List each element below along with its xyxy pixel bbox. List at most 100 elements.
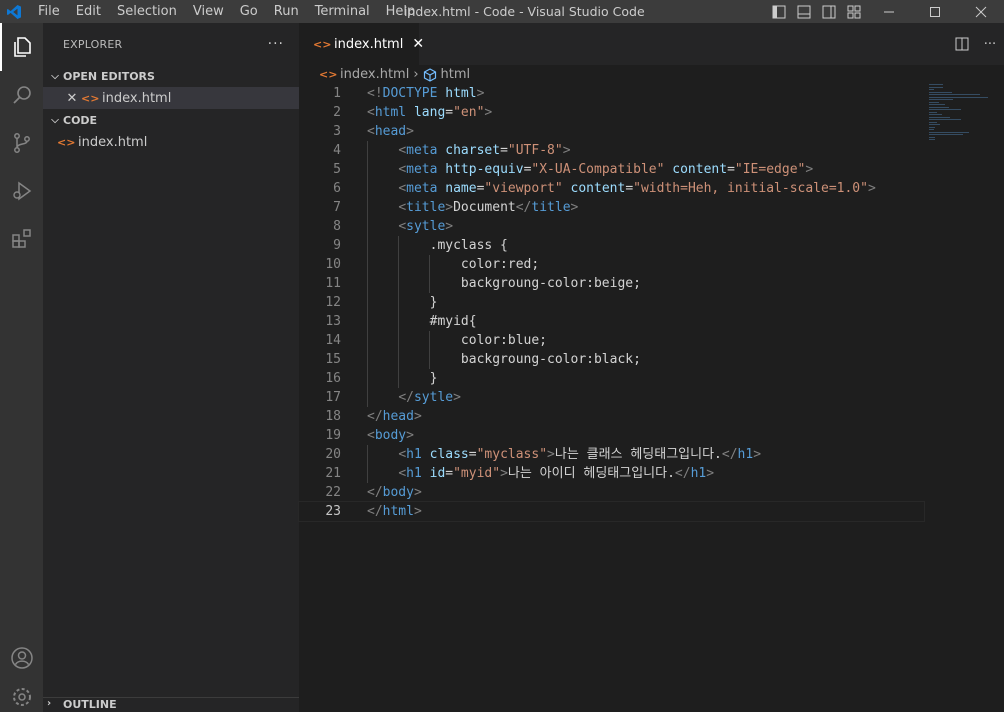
menu-selection[interactable]: Selection — [109, 0, 185, 23]
toggle-primary-sidebar-icon[interactable] — [766, 0, 791, 23]
code-line[interactable]: 11 backgroung-color:beige; — [299, 274, 924, 293]
line-number: 8 — [333, 219, 341, 234]
menu-bar: File Edit Selection View Go Run Terminal… — [28, 0, 423, 23]
code-text: #myid{ — [367, 312, 477, 331]
code-line[interactable]: 19 <body> — [299, 426, 924, 445]
code-line[interactable]: 15 backgroung-color:black; — [299, 350, 924, 369]
more-actions-icon[interactable]: ··· — [976, 23, 1004, 65]
code-text: <meta charset="UTF-8"> — [341, 141, 571, 160]
chevron-down-icon: ⌵ — [51, 70, 59, 82]
code-line[interactable]: 17 </sytle> — [299, 388, 924, 407]
indent-guide — [367, 312, 368, 331]
maximize-icon[interactable] — [912, 0, 958, 23]
breadcrumb-file[interactable]: index.html — [340, 67, 409, 82]
line-number: 15 — [325, 352, 341, 367]
code-text: .myclass { — [367, 236, 508, 255]
code-text: <meta http-equiv="X-UA-Compatible" conte… — [341, 160, 813, 179]
code-line[interactable]: 14 color:blue; — [299, 331, 924, 350]
files-icon[interactable] — [0, 23, 43, 71]
explorer-title: EXPLORER — [63, 37, 123, 51]
indent-guide — [367, 198, 368, 217]
activity-bar — [0, 23, 43, 712]
toggle-panel-icon[interactable] — [791, 0, 816, 23]
tab-index-html[interactable]: <> index.html ✕ — [299, 23, 424, 65]
open-editors-section[interactable]: ⌵ OPEN EDITORS — [43, 65, 299, 87]
activity-bar-bottom — [0, 634, 43, 712]
code-line[interactable]: 16 } — [299, 369, 924, 388]
minimap-line — [929, 109, 961, 110]
outline-section[interactable]: › OUTLINE — [43, 697, 299, 712]
minimap[interactable] — [929, 84, 999, 144]
indent-guide — [367, 274, 368, 293]
code-line[interactable]: 3 <head> — [299, 122, 924, 141]
minimap-line — [929, 136, 936, 138]
code-line[interactable]: 4 <meta charset="UTF-8"> — [299, 141, 924, 160]
code-line[interactable]: 18 </head> — [299, 407, 924, 426]
code-line[interactable]: 7 <title>Document</title> — [299, 198, 924, 217]
tab-label: index.html — [334, 36, 404, 52]
file-tree-item[interactable]: <> index.html — [43, 131, 299, 153]
folder-section[interactable]: ⌵ CODE — [43, 109, 299, 131]
code-line[interactable]: 6 <meta name="viewport" content="width=H… — [299, 179, 924, 198]
line-number: 1 — [333, 86, 341, 101]
html-file-icon: <> — [57, 135, 76, 149]
close-editor-icon[interactable]: ✕ — [63, 91, 81, 106]
code-text: color:blue; — [367, 331, 548, 350]
code-line[interactable]: 22 </body> — [299, 483, 924, 502]
code-text: </html> — [367, 504, 422, 519]
settings-gear-icon[interactable] — [0, 682, 43, 712]
menu-edit[interactable]: Edit — [68, 0, 109, 23]
breadcrumb-symbol[interactable]: html — [441, 67, 471, 82]
customize-layout-icon[interactable] — [841, 0, 866, 23]
code-line[interactable]: 12 } — [299, 293, 924, 312]
minimap-line — [929, 131, 969, 133]
code-text: <h1 class="myclass">나는 클래스 헤딩태그입니다.</h1> — [341, 445, 761, 464]
code-editor[interactable]: 1 <!DOCTYPE html> 2 <html lang="en"> 3 <head>… — [298, 84, 925, 522]
minimap-line — [929, 96, 988, 98]
code-text: backgroung-color:beige; — [367, 274, 641, 293]
code-line[interactable]: 5 <meta http-equiv="X-UA-Compatible" con… — [299, 160, 924, 179]
code-text: </sytle> — [341, 388, 461, 407]
menu-go[interactable]: Go — [232, 0, 266, 23]
code-line[interactable]: 9 .myclass { — [299, 236, 924, 255]
indent-guide — [429, 331, 431, 350]
split-editor-icon[interactable] — [948, 23, 976, 65]
search-icon[interactable] — [0, 71, 43, 119]
line-number: 20 — [325, 447, 341, 462]
menu-run[interactable]: Run — [266, 0, 307, 23]
source-control-icon[interactable] — [0, 119, 43, 167]
account-icon[interactable] — [0, 634, 43, 682]
code-line[interactable]: 2 <html lang="en"> — [299, 103, 924, 122]
more-actions-icon[interactable]: ··· — [268, 36, 284, 52]
indent-guide — [367, 141, 368, 160]
html-file-icon: <> — [319, 68, 338, 81]
code-line[interactable]: 20 <h1 class="myclass">나는 클래스 헤딩태그입니다.</… — [299, 445, 924, 464]
run-debug-icon[interactable] — [0, 167, 43, 215]
code-line[interactable]: 21 <h1 id="myid">나는 아이디 헤딩태그입니다.</h1> — [299, 464, 924, 483]
code-line[interactable]: 13 #myid{ — [299, 312, 924, 331]
code-line[interactable]: 10 color:red; — [299, 255, 924, 274]
menu-terminal[interactable]: Terminal — [307, 0, 378, 23]
line-number: 11 — [325, 276, 341, 291]
minimize-icon[interactable] — [866, 0, 912, 23]
indent-guide — [367, 217, 368, 236]
close-window-icon[interactable] — [958, 0, 1004, 23]
open-editor-item[interactable]: ✕ <> index.html — [43, 87, 299, 109]
menu-view[interactable]: View — [185, 0, 232, 23]
minimap-line — [929, 116, 950, 118]
indent-guide — [398, 274, 400, 293]
code-line[interactable]: 23 </html> — [298, 501, 925, 522]
indent-guide — [429, 350, 431, 369]
code-line[interactable]: 1 <!DOCTYPE html> — [299, 84, 924, 103]
close-tab-icon[interactable]: ✕ — [412, 36, 424, 52]
extensions-icon[interactable] — [0, 215, 43, 263]
indent-guide — [367, 293, 368, 312]
code-line[interactable]: 8 <sytle> — [299, 217, 924, 236]
line-number: 22 — [325, 485, 341, 500]
editor-area: <> index.html ✕ ··· <> index.html › html… — [298, 23, 1004, 712]
toggle-secondary-sidebar-icon[interactable] — [816, 0, 841, 23]
minimap-line — [929, 114, 942, 115]
code-text: <h1 id="myid">나는 아이디 헤딩태그입니다.</h1> — [341, 464, 714, 483]
html-file-icon: <> — [81, 91, 100, 105]
menu-file[interactable]: File — [28, 0, 68, 23]
